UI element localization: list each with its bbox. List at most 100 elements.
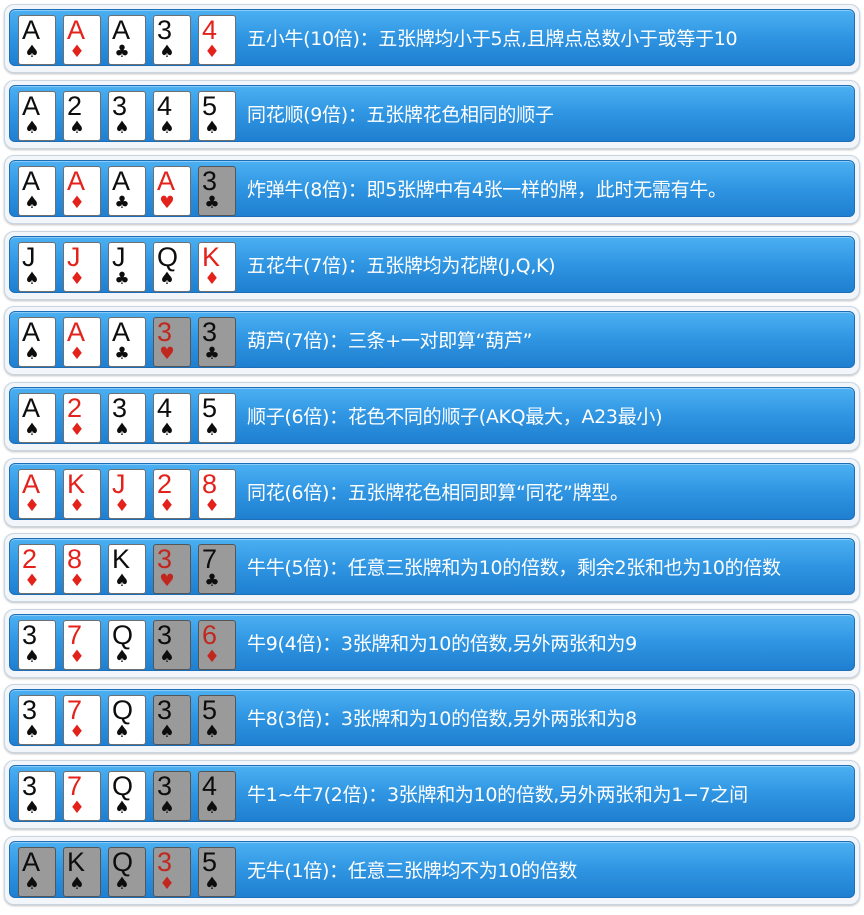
spade-icon: ♠ xyxy=(24,42,40,62)
club-icon: ♣ xyxy=(114,193,130,214)
row-panel: J ♠ J ♦ J ♣ Q ♠ K ♦ 五花牛(7倍)：五张牌均为花牌(J,Q,K) xyxy=(9,235,855,293)
row-panel: A ♦ K ♦ J ♦ 2 ♦ 8 ♦ 同花(6倍)：五张牌花色相同即算“同花”牌型。 xyxy=(9,462,855,520)
heart-icon: ♥ xyxy=(159,344,175,365)
spade-icon: ♠ xyxy=(24,420,40,440)
playing-card: Q ♠ xyxy=(108,619,146,670)
hand-type-description: 五花牛(7倍)：五张牌均为花牌(J,Q,K) xyxy=(247,254,556,277)
card-rank: A xyxy=(22,90,40,121)
hand-type-description: 牛8(3倍)：3张牌和为10的倍数,另外两张和为8 xyxy=(247,708,637,731)
playing-card: Q ♠ xyxy=(153,241,191,292)
diamond-icon: ♦ xyxy=(204,495,220,516)
card-rank: 2 xyxy=(67,90,82,121)
spade-icon: ♠ xyxy=(69,117,85,138)
hand-type-row: 3 ♠ 7 ♦ Q ♠ 3 ♠ 4 ♠ 牛1~牛7(2倍)：3张牌和为10的倍数,另外两张和为1−7… xyxy=(4,760,860,829)
card-rank: A xyxy=(22,468,40,499)
playing-card: 3 ♥ xyxy=(153,544,191,595)
playing-card: 3 ♠ xyxy=(18,695,56,746)
playing-card: A ♣ xyxy=(108,317,146,368)
playing-card: A ♥ xyxy=(153,166,191,217)
card-rank: 4 xyxy=(202,771,217,801)
hand-rankings-list: A ♠ A ♦ A ♣ 3 ♠ 4 ♦ 五小牛(10倍)：五张牌均小于5点,且牌点总数小于或等于10… xyxy=(0,0,864,915)
spade-icon: ♠ xyxy=(204,420,220,440)
card-rank: Q xyxy=(112,695,133,726)
playing-card: A ♦ xyxy=(63,166,101,217)
card-rank: K xyxy=(202,241,220,272)
card-group: A ♠ A ♦ A ♣ 3 ♠ 4 ♦ xyxy=(18,15,244,65)
card-rank: Q xyxy=(157,241,178,272)
playing-card: 3 ♠ xyxy=(153,619,191,670)
row-panel: 2 ♦ 8 ♦ K ♠ 3 ♥ 7 ♣ 牛牛(5倍)：任意三张牌和为10的倍数，剩余2张和也为10的… xyxy=(9,538,855,596)
card-rank: 3 xyxy=(112,393,127,423)
row-panel: A ♠ K ♠ Q ♠ 3 ♦ 5 ♠ 无牛(1倍)：任意三张牌均不为10的倍数 xyxy=(9,840,855,898)
playing-card: 3 ♠ xyxy=(153,695,191,746)
spade-icon: ♠ xyxy=(24,873,40,894)
playing-card: A ♣ xyxy=(108,15,146,65)
spade-icon: ♠ xyxy=(114,646,130,667)
club-icon: ♣ xyxy=(114,42,130,62)
playing-card: 3 ♠ xyxy=(108,393,146,443)
row-panel: A ♠ A ♦ A ♣ 3 ♠ 4 ♦ 五小牛(10倍)：五张牌均小于5点,且牌点总数小于或等于10 xyxy=(9,9,855,66)
card-rank: A xyxy=(67,317,85,348)
card-group: A ♠ A ♦ A ♣ 3 ♥ 3 ♣ xyxy=(18,317,244,368)
hand-type-description: 牛1~牛7(2倍)：3张牌和为10的倍数,另外两张和为1−7之间 xyxy=(247,784,748,806)
playing-card: K ♦ xyxy=(63,468,101,519)
card-rank: A xyxy=(67,15,85,45)
card-rank: 3 xyxy=(112,90,127,121)
spade-icon: ♠ xyxy=(24,646,40,667)
spade-icon: ♠ xyxy=(204,722,220,743)
spade-icon: ♠ xyxy=(159,646,175,667)
card-rank: 3 xyxy=(157,317,172,348)
diamond-icon: ♦ xyxy=(69,646,85,667)
hand-type-row: A ♠ 2 ♠ 3 ♠ 4 ♠ 5 ♠ 同花顺(9倍)：五张牌花色相同的顺子 xyxy=(4,79,860,149)
spade-icon: ♠ xyxy=(24,268,40,289)
club-icon: ♣ xyxy=(204,571,220,592)
playing-card: 3 ♥ xyxy=(153,317,191,368)
card-rank: K xyxy=(112,544,130,575)
hand-type-row: J ♠ J ♦ J ♣ Q ♠ K ♦ 五花牛(7倍)：五张牌均为花牌(J,Q,K) xyxy=(4,230,860,300)
card-rank: 4 xyxy=(157,90,172,121)
card-rank: A xyxy=(22,846,40,877)
playing-card: A ♠ xyxy=(18,393,56,443)
diamond-icon: ♦ xyxy=(69,344,85,365)
diamond-icon: ♦ xyxy=(159,495,175,516)
playing-card: 3 ♠ xyxy=(18,619,56,670)
playing-card: A ♠ xyxy=(18,90,56,141)
diamond-icon: ♦ xyxy=(114,495,130,516)
playing-card: A ♣ xyxy=(108,166,146,217)
card-rank: A xyxy=(22,317,40,348)
playing-card: A ♠ xyxy=(18,846,56,897)
hand-type-row: A ♦ K ♦ J ♦ 2 ♦ 8 ♦ 同花(6倍)：五张牌花色相同即算“同花”牌型。 xyxy=(4,457,860,527)
card-rank: 2 xyxy=(22,544,37,575)
row-panel: A ♠ A ♦ A ♣ A ♥ 3 ♣ 炸弹牛(8倍)：即5张牌中有4张一样的牌，此时无需有牛。 xyxy=(9,160,855,218)
card-group: A ♠ A ♦ A ♣ A ♥ 3 ♣ xyxy=(18,166,244,217)
card-group: A ♦ K ♦ J ♦ 2 ♦ 8 ♦ xyxy=(18,468,244,519)
card-rank: 5 xyxy=(202,393,217,423)
playing-card: A ♦ xyxy=(63,317,101,368)
card-group: 3 ♠ 7 ♦ Q ♠ 3 ♠ 5 ♠ xyxy=(18,695,244,746)
diamond-icon: ♦ xyxy=(204,268,220,289)
heart-icon: ♥ xyxy=(159,193,175,214)
diamond-icon: ♦ xyxy=(69,495,85,516)
club-icon: ♣ xyxy=(204,344,220,365)
card-rank: Q xyxy=(112,771,133,801)
card-group: A ♠ 2 ♠ 3 ♠ 4 ♠ 5 ♠ xyxy=(18,90,244,141)
playing-card: A ♠ xyxy=(18,317,56,368)
diamond-icon: ♦ xyxy=(69,798,85,818)
playing-card: Q ♠ xyxy=(108,771,146,821)
card-rank: 4 xyxy=(202,15,217,45)
playing-card: 7 ♦ xyxy=(63,695,101,746)
card-rank: A xyxy=(112,317,130,348)
row-panel: 3 ♠ 7 ♦ Q ♠ 3 ♠ 6 ♦ 牛9(4倍)：3张牌和为10的倍数,另外两张和为9 xyxy=(9,613,855,671)
playing-card: 2 ♠ xyxy=(63,90,101,141)
playing-card: K ♠ xyxy=(63,846,101,897)
spade-icon: ♠ xyxy=(24,117,40,138)
playing-card: J ♠ xyxy=(18,241,56,292)
card-rank: Q xyxy=(112,846,133,877)
card-rank: J xyxy=(112,241,126,272)
spade-icon: ♠ xyxy=(114,571,130,592)
hand-type-row: A ♠ A ♦ A ♣ A ♥ 3 ♣ 炸弹牛(8倍)：即5张牌中有4张一样的牌，此时无需有牛。 xyxy=(4,155,860,225)
hand-type-description: 五小牛(10倍)：五张牌均小于5点,且牌点总数小于或等于10 xyxy=(247,28,738,50)
playing-card: A ♦ xyxy=(63,15,101,65)
row-panel: A ♠ A ♦ A ♣ 3 ♥ 3 ♣ 葫芦(7倍)：三条+一对即算“葫芦” xyxy=(9,311,855,369)
playing-card: 2 ♦ xyxy=(153,468,191,519)
